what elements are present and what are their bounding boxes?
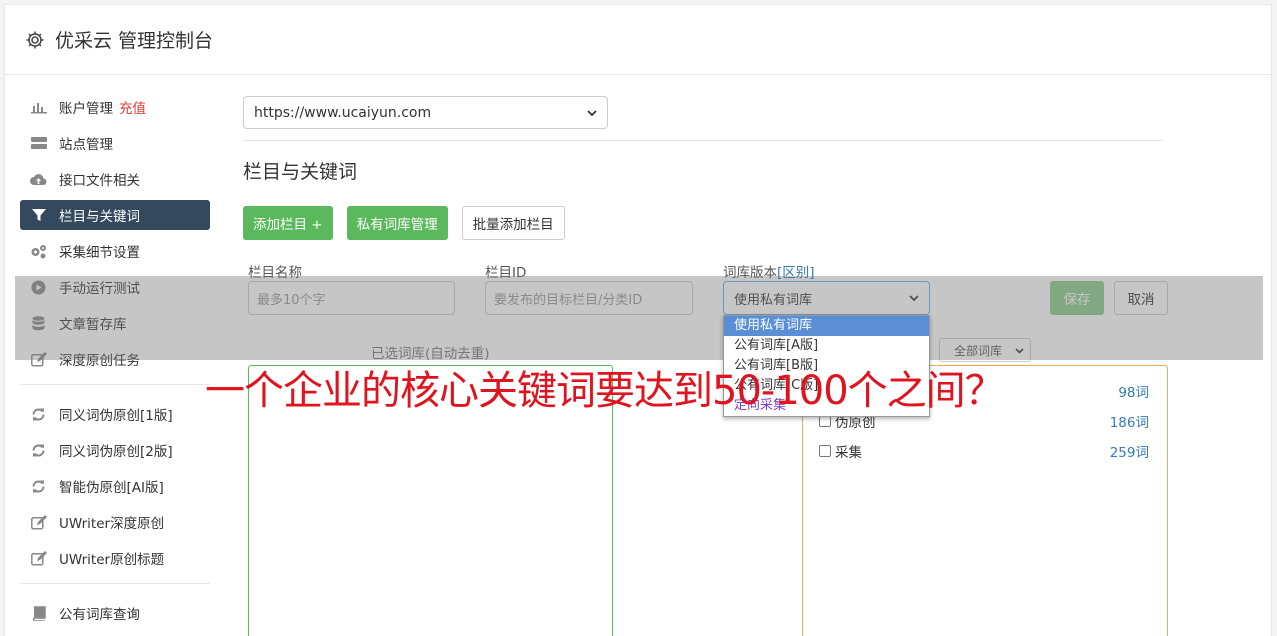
sidebar-item-label: 智能伪原创[AI版] — [59, 480, 164, 496]
caption-overlay: 一个企业的核心关键词要达到50-100个之间？ — [205, 368, 1005, 414]
refresh-icon — [30, 406, 47, 423]
checkbox[interactable] — [819, 445, 831, 457]
sidebar-item-uwriter-title[interactable]: UWriter原创标题 — [20, 543, 210, 573]
sidebar-item-synonym-v2[interactable]: 同义词伪原创[2版] — [20, 435, 210, 465]
sidebar: 账户管理 充值 站点管理 接口文件相关 栏目与关键词 采集细节设置 手动运行测试… — [20, 92, 210, 634]
book-icon — [30, 605, 47, 622]
gray-overlay-band — [15, 276, 1263, 360]
chevron-down-icon — [587, 105, 597, 121]
dropdown-option[interactable]: 公有词库[A版] — [724, 336, 929, 356]
refresh-icon — [30, 442, 47, 459]
sidebar-item-label: 站点管理 — [59, 137, 113, 153]
page-title: 优采云 管理控制台 — [55, 30, 214, 52]
sidebar-divider — [20, 384, 210, 385]
private-lib-button[interactable]: 私有词库管理 — [346, 206, 448, 240]
section-title: 栏目与关键词 — [243, 161, 358, 183]
sidebar-item-account[interactable]: 账户管理 充值 — [20, 92, 210, 122]
lib-count: 259词 — [1109, 445, 1149, 461]
batch-add-button[interactable]: 批量添加栏目 — [461, 206, 565, 240]
filter-icon — [30, 207, 47, 224]
sidebar-item-public-lib[interactable]: 公有词库查询 — [20, 598, 210, 628]
sidebar-item-collect-settings[interactable]: 采集细节设置 — [20, 236, 210, 266]
bar-chart-icon — [30, 99, 47, 116]
sidebar-item-uwriter-deep[interactable]: UWriter深度原创 — [20, 507, 210, 537]
site-select[interactable]: https://www.ucaiyun.com — [243, 96, 608, 129]
sidebar-item-label: 接口文件相关 — [59, 173, 140, 189]
sidebar-item-sites[interactable]: 站点管理 — [20, 128, 210, 158]
edit-icon — [30, 514, 47, 531]
sidebar-item-columns[interactable]: 栏目与关键词 — [20, 200, 210, 230]
add-column-button[interactable]: 添加栏目 + — [243, 206, 333, 240]
server-icon — [30, 135, 47, 152]
cloud-upload-icon — [30, 171, 47, 188]
sidebar-item-label: 同义词伪原创[1版] — [59, 408, 173, 424]
sidebar-item-label: UWriter原创标题 — [59, 552, 165, 568]
sidebar-item-ai-rewrite[interactable]: 智能伪原创[AI版] — [20, 471, 210, 501]
refresh-icon — [30, 478, 47, 495]
lib-count: 186词 — [1109, 415, 1149, 431]
sidebar-divider — [20, 583, 210, 584]
sidebar-item-label: 账户管理 — [59, 101, 113, 117]
lib-name: 采集 — [819, 441, 862, 461]
recharge-link[interactable]: 充值 — [119, 97, 146, 117]
list-item[interactable]: 采集 259词 — [819, 441, 1149, 461]
header: 优采云 管理控制台 — [5, 5, 1271, 75]
sidebar-item-label: 栏目与关键词 — [59, 209, 140, 225]
sidebar-item-interface[interactable]: 接口文件相关 — [20, 164, 210, 194]
edit-icon — [30, 550, 47, 567]
site-select-value: https://www.ucaiyun.com — [254, 104, 432, 121]
main-content: https://www.ucaiyun.com 栏目与关键词 添加栏目 + 私有… — [243, 96, 1163, 240]
gear-icon — [25, 30, 45, 50]
sidebar-item-label: UWriter深度原创 — [59, 516, 165, 532]
dropdown-option[interactable]: 使用私有词库 — [724, 316, 929, 336]
sidebar-item-label: 公有词库查询 — [59, 607, 140, 623]
toolbar: 添加栏目 + 私有词库管理 批量添加栏目 — [243, 206, 1163, 240]
lib-count: 98词 — [1118, 385, 1149, 401]
sidebar-item-synonym-v1[interactable]: 同义词伪原创[1版] — [20, 399, 210, 429]
divider — [243, 140, 1163, 141]
sidebar-item-label: 同义词伪原创[2版] — [59, 444, 173, 460]
gears-icon — [30, 243, 47, 260]
sidebar-item-label: 采集细节设置 — [59, 245, 140, 261]
